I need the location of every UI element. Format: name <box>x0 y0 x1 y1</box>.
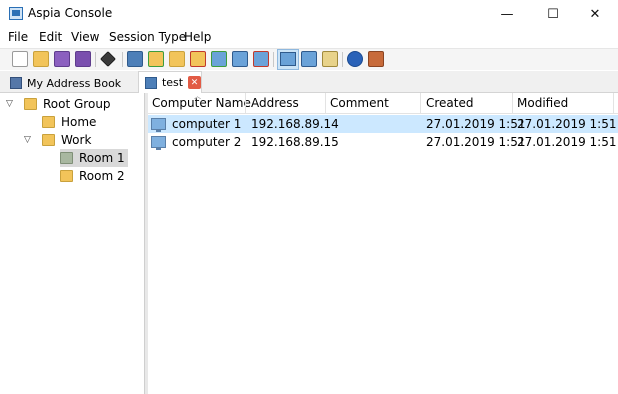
folder-icon <box>60 152 73 164</box>
close-button[interactable]: ✕ <box>572 0 618 29</box>
computer-icon <box>151 118 166 132</box>
cell-created: 27.01.2019 1:51 <box>426 135 526 149</box>
toolbar-separator <box>122 52 123 67</box>
chevron-down-icon[interactable]: ▽ <box>6 99 18 109</box>
folder-icon <box>42 134 55 146</box>
column-divider[interactable] <box>325 93 326 114</box>
tree-item-room-2[interactable]: Room 2 <box>60 167 125 185</box>
delete-computer-icon[interactable] <box>253 51 269 67</box>
desktop-manage-icon <box>280 52 296 66</box>
cell-computer-name: computer 1 <box>172 117 242 131</box>
maximize-button[interactable]: ☐ <box>530 0 576 29</box>
column-divider[interactable] <box>613 93 614 114</box>
tree-item-label: Room 2 <box>79 169 125 183</box>
table-row[interactable]: computer 2 192.168.89.15 27.01.2019 1:51… <box>148 133 618 151</box>
desktop-view-icon[interactable] <box>301 51 317 67</box>
title-bar: Aspia Console — ☐ ✕ <box>0 0 618 29</box>
save-as-icon[interactable] <box>75 51 91 67</box>
tab-label: My Address Book <box>27 76 122 90</box>
tab-my-address-book[interactable]: My Address Book <box>10 73 138 93</box>
column-created[interactable]: Created <box>426 96 474 110</box>
about-icon[interactable] <box>347 51 363 67</box>
tree-item-work[interactable]: ▽ Work <box>24 131 91 149</box>
edit-icon[interactable] <box>127 51 143 67</box>
menu-edit[interactable]: Edit <box>39 30 62 44</box>
address-book-icon <box>10 77 22 89</box>
toolbar-separator <box>273 52 274 67</box>
folder-icon <box>24 98 37 110</box>
menu-help[interactable]: Help <box>184 30 211 44</box>
delete-group-icon[interactable] <box>190 51 206 67</box>
tab-close-icon[interactable]: ✕ <box>188 76 201 89</box>
column-divider[interactable] <box>420 93 421 114</box>
cell-address: 192.168.89.14 <box>251 117 339 131</box>
menu-file[interactable]: File <box>8 30 28 44</box>
chevron-down-icon[interactable]: ▽ <box>24 135 36 145</box>
column-divider[interactable] <box>512 93 513 114</box>
toolbar-separator <box>95 52 96 67</box>
app-icon <box>9 7 23 20</box>
open-icon[interactable] <box>33 51 49 67</box>
computer-icon <box>151 136 166 150</box>
cell-address: 192.168.89.15 <box>251 135 339 149</box>
minimize-button[interactable]: — <box>484 0 530 29</box>
add-computer-icon[interactable] <box>211 51 227 67</box>
add-group-icon[interactable] <box>148 51 164 67</box>
toolbar-separator <box>342 52 343 67</box>
column-address[interactable]: Address <box>251 96 299 110</box>
folder-icon <box>60 170 73 182</box>
tree-item-label: Work <box>61 133 92 147</box>
address-book-icon <box>145 76 157 89</box>
group-tree: ▽ Root Group Home ▽ Work Room 1 Room 2 <box>0 93 145 394</box>
tab-label: test <box>161 76 184 89</box>
column-comment[interactable]: Comment <box>330 96 389 110</box>
desktop-manage-button[interactable] <box>277 49 299 70</box>
table-row[interactable]: computer 1 192.168.89.14 27.01.2019 1:51… <box>148 115 618 133</box>
cell-modified: 27.01.2019 1:51 <box>517 135 617 149</box>
modify-computer-icon[interactable] <box>232 51 248 67</box>
computer-list: ︿ Computer Name Address Comment Created … <box>148 92 618 394</box>
tree-item-room-1[interactable]: Room 1 <box>60 149 128 167</box>
save-icon[interactable] <box>54 51 70 67</box>
new-icon[interactable] <box>12 51 28 67</box>
toolbar <box>0 48 618 70</box>
tree-item-label: Room 1 <box>79 151 125 165</box>
tree-item-label: Root Group <box>43 97 111 111</box>
menu-bar: File Edit View Session Type Help <box>0 29 618 47</box>
file-transfer-icon[interactable] <box>322 51 338 67</box>
menu-view[interactable]: View <box>71 30 99 44</box>
connect-icon[interactable] <box>100 51 116 67</box>
window-title: Aspia Console <box>28 6 113 20</box>
cell-created: 27.01.2019 1:51 <box>426 117 526 131</box>
column-divider[interactable] <box>245 93 246 114</box>
menu-session-type[interactable]: Session Type <box>109 30 186 44</box>
list-header: ︿ Computer Name Address Comment Created … <box>148 92 618 114</box>
column-computer-name[interactable]: Computer Name <box>152 96 251 110</box>
folder-icon <box>42 116 55 128</box>
cell-modified: 27.01.2019 1:51 <box>517 117 617 131</box>
column-modified[interactable]: Modified <box>517 96 568 110</box>
exit-icon[interactable] <box>368 51 384 67</box>
tree-item-root-group[interactable]: ▽ Root Group <box>6 95 111 113</box>
tab-bar: My Address Book test ✕ <box>0 71 618 93</box>
tab-test[interactable]: test ✕ <box>138 71 202 93</box>
modify-group-icon[interactable] <box>169 51 185 67</box>
cell-computer-name: computer 2 <box>172 135 242 149</box>
tree-item-label: Home <box>61 115 97 129</box>
tree-item-home[interactable]: Home <box>42 113 96 131</box>
